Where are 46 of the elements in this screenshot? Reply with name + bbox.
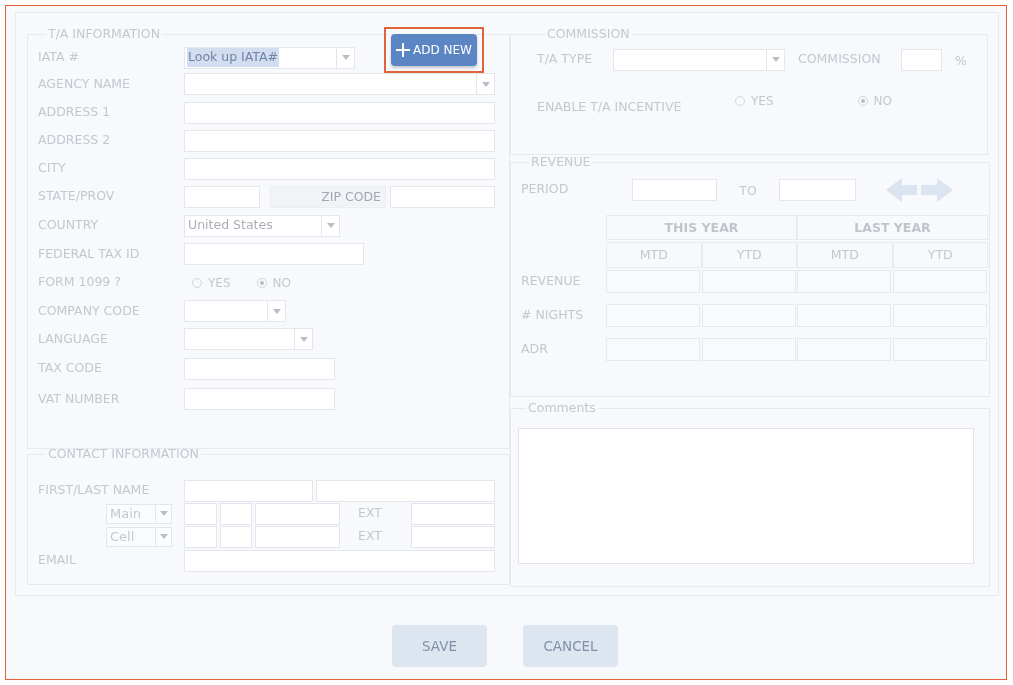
percent-sign: % — [955, 52, 967, 71]
dropdown[interactable]: United States — [184, 214, 340, 237]
input-field[interactable] — [255, 502, 340, 525]
input-field[interactable] — [184, 388, 335, 411]
caret-icon — [159, 534, 168, 540]
input-field[interactable] — [779, 178, 856, 201]
input-field[interactable] — [184, 357, 335, 380]
caret-icon — [299, 336, 308, 342]
dropdown[interactable]: Main — [106, 503, 172, 524]
input-field[interactable] — [184, 129, 495, 152]
input-field[interactable] — [901, 48, 942, 71]
input-field[interactable] — [255, 525, 340, 548]
input-field[interactable] — [184, 185, 260, 208]
dropdown[interactable]: Look up IATA# — [184, 46, 355, 69]
dropdown[interactable] — [184, 73, 495, 96]
caret-icon — [159, 511, 168, 517]
comments-textarea[interactable] — [518, 427, 974, 564]
column-group-header: LAST YEAR — [797, 214, 988, 240]
add-new-button[interactable]: ADD NEW — [391, 33, 477, 66]
caret-icon — [771, 57, 780, 63]
caret-icon — [341, 55, 350, 61]
dropdown[interactable] — [184, 328, 313, 351]
input-field[interactable] — [184, 479, 313, 502]
input-field[interactable] — [220, 525, 252, 548]
input-field[interactable] — [411, 525, 495, 548]
field-label: ZIP CODE — [270, 185, 386, 208]
column-group-header: THIS YEAR — [606, 214, 797, 240]
input-field[interactable] — [390, 185, 495, 208]
caret-icon — [326, 223, 335, 229]
left-right-arrows-icon[interactable] — [886, 177, 953, 202]
dropdown[interactable]: Cell — [106, 526, 172, 547]
caret-icon — [272, 308, 281, 314]
plus-icon — [396, 42, 410, 57]
input-field[interactable] — [184, 243, 364, 266]
input-field[interactable] — [184, 101, 495, 124]
dropdown[interactable] — [184, 300, 286, 323]
caret-icon — [481, 81, 490, 87]
input-field[interactable] — [411, 502, 495, 525]
input-field[interactable] — [632, 178, 717, 201]
input-field[interactable] — [220, 502, 252, 525]
input-field[interactable] — [184, 502, 217, 525]
input-field[interactable] — [316, 479, 495, 502]
dropdown[interactable] — [613, 48, 785, 71]
input-field[interactable] — [184, 157, 495, 180]
input-field[interactable] — [184, 525, 217, 548]
input-field[interactable] — [184, 549, 495, 572]
